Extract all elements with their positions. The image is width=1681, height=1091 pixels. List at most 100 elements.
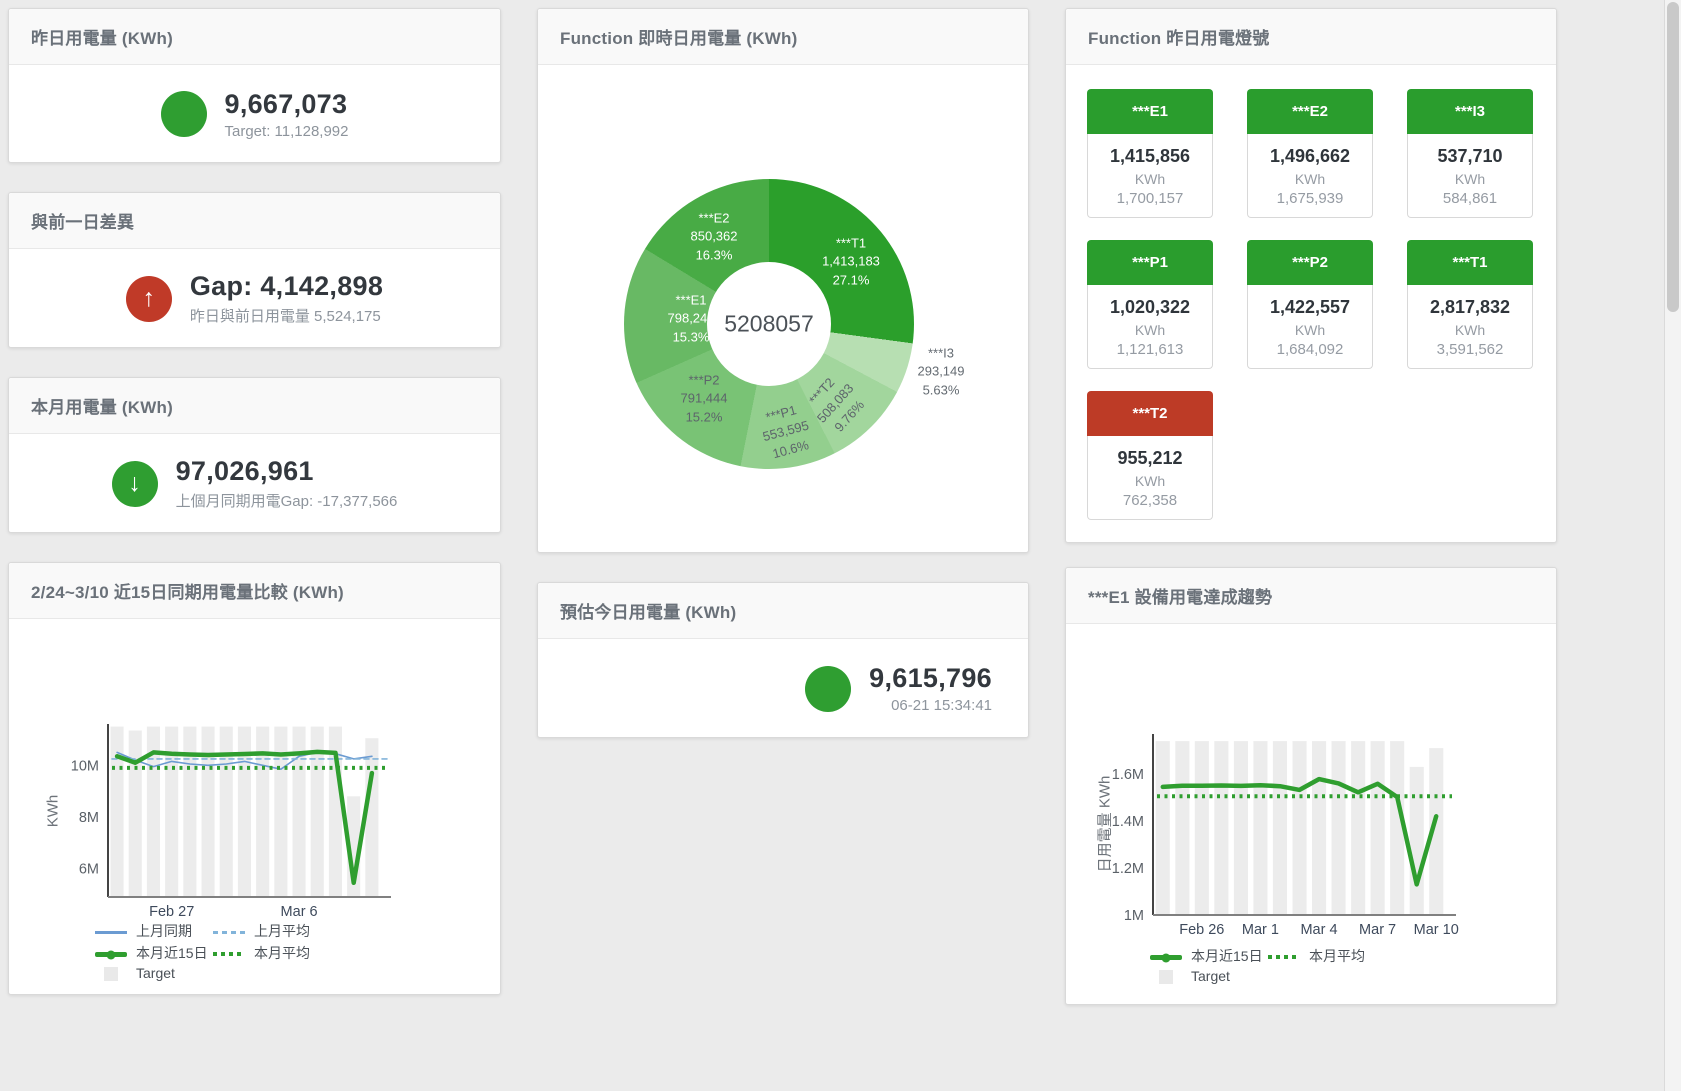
compare15-chart-area: KWh 上月同期上月平均本月近15日本月平均Target 10M8M6MFeb … bbox=[9, 619, 500, 995]
light-tile-name: ***P1 bbox=[1087, 240, 1213, 285]
e1-trend-chart-area: 日用電量 KWh 本月近15日本月平均Target 1.6M1.4M1.2M1M… bbox=[1066, 624, 1556, 1005]
green-status-circle-icon bbox=[161, 91, 207, 137]
light-tile: ***T2955,212KWh762,358 bbox=[1087, 391, 1213, 520]
light-tile-value: 1,496,662 bbox=[1248, 146, 1372, 167]
svg-text:1M: 1M bbox=[1124, 908, 1144, 924]
panel-title: Function 昨日用電燈號 bbox=[1088, 24, 1269, 49]
stat-row: 9,667,073 Target: 11,128,992 bbox=[9, 65, 500, 163]
light-tile: ***E11,415,856KWh1,700,157 bbox=[1087, 89, 1213, 218]
light-tile: ***T1 2,817,832 KWh 3,591,562 bbox=[1407, 240, 1533, 369]
light-tile-unit: KWh bbox=[1088, 322, 1212, 338]
light-tile-unit: KWh bbox=[1088, 171, 1212, 187]
donut-chart[interactable]: ***T11,413,18327.1%***I3293,1495.63%***T… bbox=[624, 179, 914, 469]
panel-title: ***E1 設備用電達成趨勢 bbox=[1088, 583, 1272, 608]
compare15-chart: 10M8M6MFeb 27Mar 6 bbox=[9, 619, 502, 997]
light-tile-unit: KWh bbox=[1408, 171, 1532, 187]
svg-text:Feb 27: Feb 27 bbox=[149, 904, 194, 920]
donut-slice-label: ***T2508,0839.76% bbox=[800, 368, 873, 440]
lights-grid: ***E11,415,856KWh1,700,157***E21,496,662… bbox=[1087, 89, 1533, 520]
light-tile-unit: KWh bbox=[1248, 322, 1372, 338]
light-tile-target: 1,700,157 bbox=[1088, 190, 1212, 207]
panel-body: ↑ Gap: 4,142,898 昨日與前日用電量 5,524,175 bbox=[9, 249, 500, 348]
svg-text:1.4M: 1.4M bbox=[1112, 814, 1144, 830]
e1-trend-chart: 1.6M1.4M1.2M1MFeb 26Mar 1Mar 4Mar 7Mar 1… bbox=[1066, 624, 1558, 1007]
stat-timestamp: 06-21 15:34:41 bbox=[869, 697, 992, 714]
panel-compare15-chart: 2/24~3/10 近15日同期用電量比較 (KWh) KWh 上月同期上月平均… bbox=[8, 562, 501, 995]
panel-day-gap: 與前一日差異 ↑ Gap: 4,142,898 昨日與前日用電量 5,524,1… bbox=[8, 192, 501, 348]
panel-month-usage: 本月用電量 (KWh) ↓ 97,026,961 上個月同期用電Gap: -17… bbox=[8, 377, 501, 533]
svg-text:Mar 4: Mar 4 bbox=[1300, 922, 1337, 938]
panel-yesterday-usage: 昨日用電量 (KWh) 9,667,073 Target: 11,128,992 bbox=[8, 8, 501, 163]
svg-text:Mar 1: Mar 1 bbox=[1242, 922, 1279, 938]
panel-header[interactable]: ***E1 設備用電達成趨勢 bbox=[1066, 568, 1556, 624]
stat-subtitle: 上個月同期用電Gap: -17,377,566 bbox=[176, 490, 398, 511]
light-tile-name: ***P2 bbox=[1247, 240, 1373, 285]
light-tile-name: ***T1 bbox=[1407, 240, 1533, 285]
donut-center-total: 5208057 bbox=[724, 311, 814, 338]
stat-row: ↑ Gap: 4,142,898 昨日與前日用電量 5,524,175 bbox=[9, 249, 500, 348]
light-tile-value: 2,817,832 bbox=[1408, 297, 1532, 318]
light-tile-unit: KWh bbox=[1408, 322, 1532, 338]
light-tile-value: 1,422,557 bbox=[1248, 297, 1372, 318]
donut-slice-label: ***P2791,44415.2% bbox=[681, 371, 728, 426]
svg-text:Feb 26: Feb 26 bbox=[1179, 922, 1224, 938]
panel-title: 本月用電量 (KWh) bbox=[31, 393, 173, 418]
panel-realtime-donut: Function 即時日用電量 (KWh) ***T11,413,18327.1… bbox=[537, 8, 1029, 553]
light-tile-name: ***E2 bbox=[1247, 89, 1373, 134]
light-tile-body: 1,415,856KWh1,700,157 bbox=[1087, 134, 1213, 218]
light-tile-target: 1,121,613 bbox=[1088, 341, 1212, 358]
panel-body: ↓ 97,026,961 上個月同期用電Gap: -17,377,566 bbox=[9, 434, 500, 533]
light-tile-body: 1,496,662KWh1,675,939 bbox=[1247, 134, 1373, 218]
panel-body: 9,667,073 Target: 11,128,992 bbox=[9, 65, 500, 163]
panel-title: Function 即時日用電量 (KWh) bbox=[560, 24, 797, 49]
light-tile-target: 1,684,092 bbox=[1248, 341, 1372, 358]
light-tile-body: 1,422,557 KWh 1,684,092 bbox=[1247, 285, 1373, 369]
stat-value: 97,026,961 bbox=[176, 456, 398, 487]
panel-header[interactable]: 本月用電量 (KWh) bbox=[9, 378, 500, 434]
green-status-circle-icon bbox=[805, 666, 851, 712]
svg-text:1.6M: 1.6M bbox=[1112, 767, 1144, 783]
light-tile-value: 1,020,322 bbox=[1088, 297, 1212, 318]
stat-subtitle: 昨日與前日用電量 5,524,175 bbox=[190, 305, 383, 326]
panel-header[interactable]: 昨日用電量 (KWh) bbox=[9, 9, 500, 65]
light-tile: ***P2 1,422,557 KWh 1,684,092 bbox=[1247, 240, 1373, 369]
light-tile-target: 762,358 bbox=[1088, 492, 1212, 509]
panel-header[interactable]: Function 昨日用電燈號 bbox=[1066, 9, 1556, 65]
svg-text:6M: 6M bbox=[79, 862, 99, 878]
dashboard-page: { "page": { "background": "#ebebeb" }, "… bbox=[0, 0, 1681, 1091]
light-tile-unit: KWh bbox=[1088, 473, 1212, 489]
stat-value: 9,615,796 bbox=[869, 663, 992, 694]
svg-text:8M: 8M bbox=[79, 810, 99, 826]
vertical-scrollbar-track[interactable] bbox=[1664, 0, 1681, 1091]
panel-header[interactable]: 2/24~3/10 近15日同期用電量比較 (KWh) bbox=[9, 563, 500, 619]
svg-text:Mar 7: Mar 7 bbox=[1359, 922, 1396, 938]
panel-title: 2/24~3/10 近15日同期用電量比較 (KWh) bbox=[31, 578, 344, 603]
panel-e1-trend-chart: ***E1 設備用電達成趨勢 日用電量 KWh 本月近15日本月平均Target… bbox=[1065, 567, 1557, 1005]
light-tile-body: 955,212 KWh 762,358 bbox=[1087, 436, 1213, 520]
panel-header[interactable]: 與前一日差異 bbox=[9, 193, 500, 249]
panel-header[interactable]: Function 即時日用電量 (KWh) bbox=[538, 9, 1028, 65]
light-tile-target: 1,675,939 bbox=[1248, 190, 1372, 207]
stat-row: 9,615,796 06-21 15:34:41 bbox=[538, 639, 1028, 738]
light-tile-name: ***I3 bbox=[1407, 89, 1533, 134]
donut-slice-label: ***I3293,1495.63% bbox=[918, 344, 965, 399]
panel-title: 昨日用電量 (KWh) bbox=[31, 24, 173, 49]
stat-value: 9,667,073 bbox=[225, 89, 349, 120]
stat-row: ↓ 97,026,961 上個月同期用電Gap: -17,377,566 bbox=[9, 434, 500, 533]
vertical-scrollbar-thumb[interactable] bbox=[1667, 2, 1679, 312]
light-tile-body: 537,710KWh584,861 bbox=[1407, 134, 1533, 218]
panel-title: 預估今日用電量 (KWh) bbox=[560, 598, 736, 623]
panel-body: ***E11,415,856KWh1,700,157***E21,496,662… bbox=[1066, 65, 1556, 543]
panel-body: ***T11,413,18327.1% ***I3293,1495.63% ***T… bbox=[538, 65, 1028, 553]
panel-today-forecast: 預估今日用電量 (KWh) 9,615,796 06-21 15:34:41 bbox=[537, 582, 1029, 738]
light-tile-target: 3,591,562 bbox=[1408, 341, 1532, 358]
panel-header[interactable]: 預估今日用電量 (KWh) bbox=[538, 583, 1028, 639]
light-tile-body: 2,817,832 KWh 3,591,562 bbox=[1407, 285, 1533, 369]
svg-text:10M: 10M bbox=[71, 758, 99, 774]
light-tile: ***E21,496,662KWh1,675,939 bbox=[1247, 89, 1373, 218]
light-tile-value: 955,212 bbox=[1088, 448, 1212, 469]
light-tile-value: 537,710 bbox=[1408, 146, 1532, 167]
panel-title: 與前一日差異 bbox=[31, 208, 134, 233]
donut-slice-label: ***E2850,36216.3% bbox=[691, 209, 738, 264]
donut-slice-label: ***T11,413,18327.1% bbox=[822, 234, 880, 289]
